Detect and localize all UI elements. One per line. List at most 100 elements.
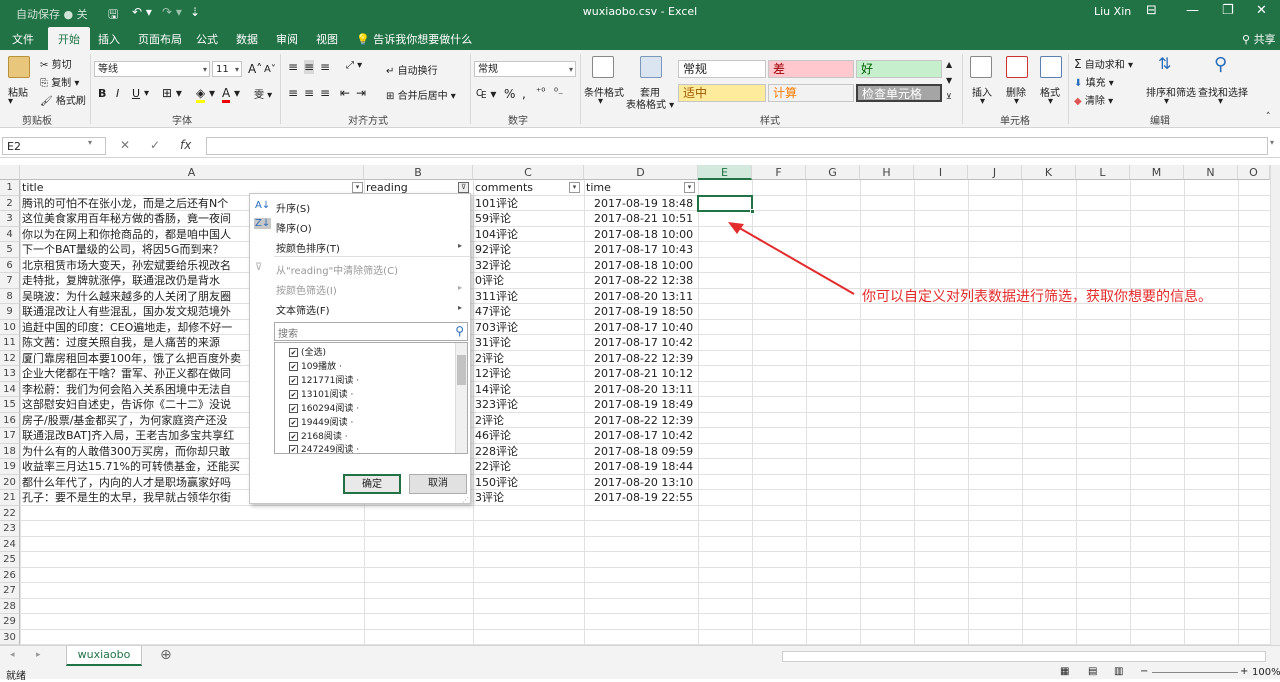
cell-comments[interactable]: 2评论 (475, 413, 583, 428)
checkbox-checked-icon[interactable]: ✔ (289, 432, 298, 441)
close-icon[interactable]: ✕ (1256, 3, 1267, 18)
page-layout-view-icon[interactable]: ▤ (1088, 666, 1097, 677)
tab-insert[interactable]: 插入 (98, 31, 120, 47)
cell-comments[interactable]: 3评论 (475, 490, 583, 505)
font-color-icon[interactable]: A ▾ (222, 86, 240, 103)
insert-function-icon[interactable]: fx (180, 138, 191, 152)
cell-comments[interactable]: 31评论 (475, 335, 583, 350)
row-header[interactable]: 2 (0, 195, 20, 211)
cell-comments[interactable]: 12评论 (475, 366, 583, 381)
underline-dropdown-icon[interactable]: ▾ (144, 88, 149, 99)
checkbox-checked-icon[interactable]: ✔ (289, 445, 298, 453)
cell-time[interactable]: 2017-08-17 10:42 (588, 335, 696, 350)
column-header-j[interactable]: J (968, 165, 1022, 180)
row-header[interactable]: 29 (0, 614, 20, 630)
cell-comments[interactable]: 228评论 (475, 444, 583, 459)
style-normal[interactable]: 常规 (678, 60, 766, 78)
filter-list-scroll-thumb[interactable] (457, 355, 466, 385)
filter-value-item[interactable]: ✔ 2168阅读 · (289, 429, 348, 442)
header-cell-time[interactable]: time (586, 180, 682, 195)
sort-descending-item[interactable]: 降序(O) (276, 220, 312, 235)
zoom-slider[interactable] (1152, 672, 1238, 673)
horizontal-scrollbar[interactable] (782, 651, 1266, 662)
row-header[interactable]: 1 (0, 180, 20, 196)
column-header-i[interactable]: I (914, 165, 968, 180)
text-filters-item[interactable]: 文本筛选(F) (276, 302, 330, 317)
paste-dropdown-icon[interactable]: ▾ (8, 96, 13, 107)
row-header[interactable]: 7 (0, 273, 20, 289)
filter-value-item[interactable]: ✔ 121771阅读 · (289, 373, 359, 386)
style-neutral[interactable]: 适中 (678, 84, 766, 102)
row-header[interactable]: 15 (0, 397, 20, 413)
expand-formula-icon[interactable]: ▾ (1270, 138, 1274, 147)
filter-value-item[interactable]: ✔ 19449阅读 · (289, 415, 353, 428)
tab-view[interactable]: 视图 (316, 31, 338, 47)
column-header-o[interactable]: O (1238, 165, 1270, 180)
sort-filter-icon[interactable]: ⇅ (1158, 54, 1171, 73)
autosum-button[interactable]: Σ 自动求和 ▾ (1074, 56, 1133, 71)
column-header-e[interactable]: E (698, 165, 752, 180)
accounting-icon[interactable]: ₠ ▾ (476, 87, 496, 101)
italic-button[interactable]: I (116, 87, 119, 100)
zoom-out-icon[interactable]: − (1140, 666, 1148, 677)
cell-time[interactable]: 2017-08-20 13:11 (588, 289, 696, 304)
cell-time[interactable]: 2017-08-17 10:43 (588, 242, 696, 257)
insert-cells-icon[interactable] (970, 56, 992, 78)
percent-button[interactable]: % (504, 87, 515, 101)
column-header-h[interactable]: H (860, 165, 914, 180)
row-header[interactable]: 14 (0, 381, 20, 397)
delete-dropdown-icon[interactable]: ▾ (1014, 96, 1019, 107)
cell-time[interactable]: 2017-08-18 10:00 (588, 258, 696, 273)
filter-value-item[interactable]: ✔ 13101阅读 · (289, 387, 353, 400)
normal-view-icon[interactable]: ▦ (1060, 666, 1069, 677)
checkbox-checked-icon[interactable]: ✔ (289, 390, 298, 399)
fill-handle[interactable] (750, 209, 755, 214)
wrap-text-button[interactable]: ↵ 自动换行 (386, 62, 438, 77)
column-header-c[interactable]: C (473, 165, 584, 180)
row-header[interactable]: 18 (0, 443, 20, 459)
cell-comments[interactable]: 2评论 (475, 351, 583, 366)
row-header[interactable]: 24 (0, 536, 20, 552)
align-right-icon[interactable]: ≡ (320, 86, 330, 100)
tab-file[interactable]: 文件 (12, 31, 34, 47)
select-all-corner[interactable] (0, 165, 20, 180)
filter-value-item[interactable]: ✔ 247249阅读 · (289, 442, 359, 453)
cell-comments[interactable]: 59评论 (475, 211, 583, 226)
selected-cell-e2[interactable] (697, 194, 755, 214)
column-header-g[interactable]: G (806, 165, 860, 180)
align-center-icon[interactable]: ≡ (304, 86, 314, 100)
row-header[interactable]: 6 (0, 257, 20, 273)
sort-filter-dropdown-icon[interactable]: ▾ (1164, 96, 1169, 107)
column-header-m[interactable]: M (1130, 165, 1184, 180)
cell-time[interactable]: 2017-08-21 10:12 (588, 366, 696, 381)
cell-comments[interactable]: 311评论 (475, 289, 583, 304)
filter-search-input[interactable]: 搜索 ⚲ (274, 322, 468, 341)
filter-button-title[interactable]: ▾ (352, 182, 363, 193)
styles-scroll-down-icon[interactable]: ▼ (946, 76, 952, 85)
zoom-in-icon[interactable]: + (1240, 666, 1248, 677)
increase-decimal-icon[interactable]: ⁺⁰ (536, 87, 545, 98)
cell-comments[interactable]: 150评论 (475, 475, 583, 490)
spreadsheet-grid[interactable]: A B C D E F G H I J K L M N O 1234567891… (0, 165, 1271, 645)
cell-time[interactable]: 2017-08-19 18:49 (588, 397, 696, 412)
format-painter-button[interactable]: 🖌 格式刷 (40, 92, 86, 107)
cancel-entry-icon[interactable]: ✕ (120, 138, 130, 152)
tab-home[interactable]: 开始 (48, 27, 90, 50)
grow-font-button[interactable]: A˄ (248, 62, 262, 76)
cell-time[interactable]: 2017-08-18 10:00 (588, 227, 696, 242)
share-button[interactable]: ⚲ 共享 (1242, 31, 1276, 47)
row-header[interactable]: 5 (0, 242, 20, 258)
row-header[interactable]: 3 (0, 211, 20, 227)
cell-time[interactable]: 2017-08-20 13:11 (588, 382, 696, 397)
increase-indent-icon[interactable]: ⇥ (356, 86, 366, 100)
checkbox-checked-icon[interactable]: ✔ (289, 362, 298, 371)
row-header[interactable]: 25 (0, 552, 20, 568)
sheet-tab-wuxiaobo[interactable]: wuxiaobo (66, 646, 142, 666)
format-dropdown-icon[interactable]: ▾ (1048, 96, 1053, 107)
filter-button-reading[interactable]: ⊽ (458, 182, 469, 193)
row-header[interactable]: 21 (0, 490, 20, 506)
column-header-l[interactable]: L (1076, 165, 1130, 180)
align-middle-icon[interactable]: ≡ (304, 60, 315, 74)
cut-button[interactable]: ✂ 剪切 (40, 56, 72, 71)
resize-grip-icon[interactable]: ⋰ (462, 496, 469, 504)
